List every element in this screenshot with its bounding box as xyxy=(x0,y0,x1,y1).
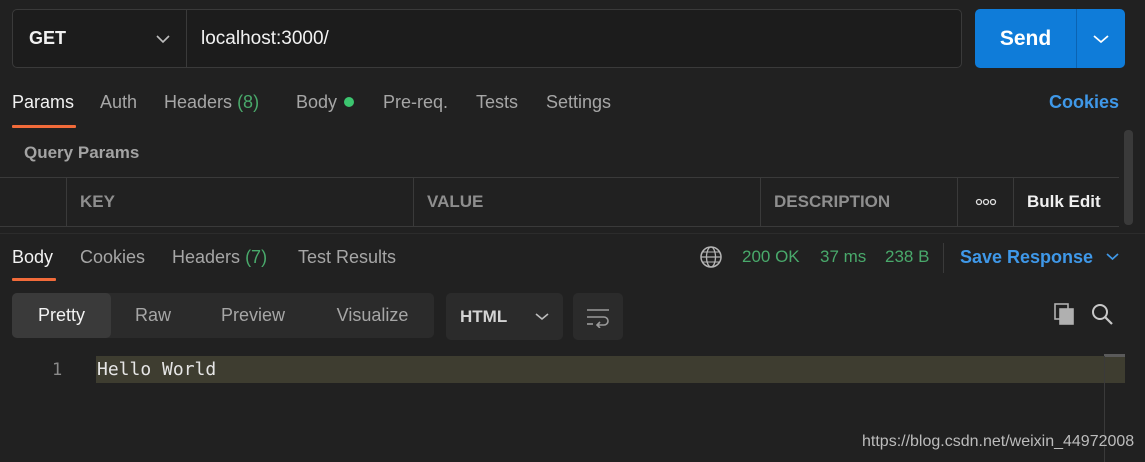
copy-icon[interactable] xyxy=(1052,302,1076,326)
tab-headers-label: Headers xyxy=(164,92,233,112)
chevron-down-icon xyxy=(156,34,170,43)
tab-response-body[interactable]: Body xyxy=(12,247,53,268)
watermark-text: https://blog.csdn.net/weixin_44972008 xyxy=(862,433,1135,450)
body-indicator-dot xyxy=(344,97,355,107)
status-code[interactable]: 200 OK xyxy=(742,247,800,267)
editor-scrollbar-thumb[interactable] xyxy=(1104,354,1125,357)
params-scrollbar[interactable] xyxy=(1124,130,1133,225)
tab-response-headers-label: Headers xyxy=(172,247,241,267)
bulk-edit-button[interactable]: Bulk Edit xyxy=(1013,178,1119,226)
cookies-link[interactable]: Cookies xyxy=(1049,92,1119,113)
tab-params[interactable]: Params xyxy=(12,92,74,113)
globe-icon[interactable] xyxy=(699,245,723,269)
chevron-down-icon xyxy=(535,313,549,321)
tab-body-label: Body xyxy=(296,92,338,112)
send-button-group: Send xyxy=(975,9,1125,68)
tab-test-results[interactable]: Test Results xyxy=(298,247,396,268)
column-key: KEY xyxy=(66,178,413,226)
tab-body[interactable]: Body xyxy=(296,92,355,113)
tab-tests[interactable]: Tests xyxy=(476,92,518,113)
format-select[interactable]: HTML xyxy=(446,293,563,340)
column-value: VALUE xyxy=(413,178,760,226)
tab-auth[interactable]: Auth xyxy=(100,92,137,113)
method-select[interactable]: GET xyxy=(13,10,187,67)
more-horizontal-icon xyxy=(975,198,996,206)
view-mode-segmented-control: Pretty Raw Preview Visualize xyxy=(12,293,434,338)
tab-response-headers[interactable]: Headers (7) xyxy=(172,247,267,268)
mode-raw[interactable]: Raw xyxy=(111,293,195,338)
response-size[interactable]: 238 B xyxy=(885,247,929,267)
tab-pre-request[interactable]: Pre-req. xyxy=(383,92,448,113)
mode-preview[interactable]: Preview xyxy=(195,293,311,338)
method-label: GET xyxy=(29,28,67,48)
response-time[interactable]: 37 ms xyxy=(820,247,866,267)
send-dropdown-button[interactable] xyxy=(1076,9,1125,68)
mode-pretty[interactable]: Pretty xyxy=(12,293,111,338)
tab-response-cookies[interactable]: Cookies xyxy=(80,247,145,268)
search-icon[interactable] xyxy=(1090,302,1114,326)
active-tab-indicator xyxy=(12,125,76,128)
wrap-text-icon xyxy=(587,308,609,328)
headers-count: (8) xyxy=(237,92,260,112)
send-button[interactable]: Send xyxy=(975,9,1076,68)
pane-divider[interactable] xyxy=(0,233,1145,234)
more-options-button[interactable] xyxy=(957,178,1013,226)
url-input[interactable]: localhost:3000/ xyxy=(187,10,961,67)
active-response-tab-indicator xyxy=(12,278,56,281)
column-description: DESCRIPTION xyxy=(760,178,957,226)
response-tabs: Body Cookies Headers (7) Test Results 20… xyxy=(0,235,1145,283)
format-label: HTML xyxy=(460,306,508,326)
save-response-button[interactable]: Save Response xyxy=(960,247,1119,268)
response-headers-count: (7) xyxy=(245,247,268,267)
chevron-down-icon xyxy=(1106,253,1119,261)
tab-headers[interactable]: Headers (8) xyxy=(164,92,259,113)
mode-visualize[interactable]: Visualize xyxy=(311,293,434,338)
line-number: 1 xyxy=(52,360,63,380)
wrap-lines-button[interactable] xyxy=(573,293,623,340)
tab-settings[interactable]: Settings xyxy=(546,92,611,113)
request-tabs: Params Auth Headers (8) Body Pre-req. Te… xyxy=(0,82,1145,128)
request-bar: GET localhost:3000/ xyxy=(12,9,962,68)
response-body-text[interactable]: Hello World xyxy=(97,359,216,380)
highlighted-line xyxy=(96,356,1125,383)
chevron-down-icon xyxy=(1093,34,1109,43)
status-separator xyxy=(943,243,944,273)
save-response-label: Save Response xyxy=(960,247,1094,267)
params-table-header: KEY VALUE DESCRIPTION Bulk Edit xyxy=(0,177,1119,227)
query-params-title: Query Params xyxy=(24,143,140,162)
